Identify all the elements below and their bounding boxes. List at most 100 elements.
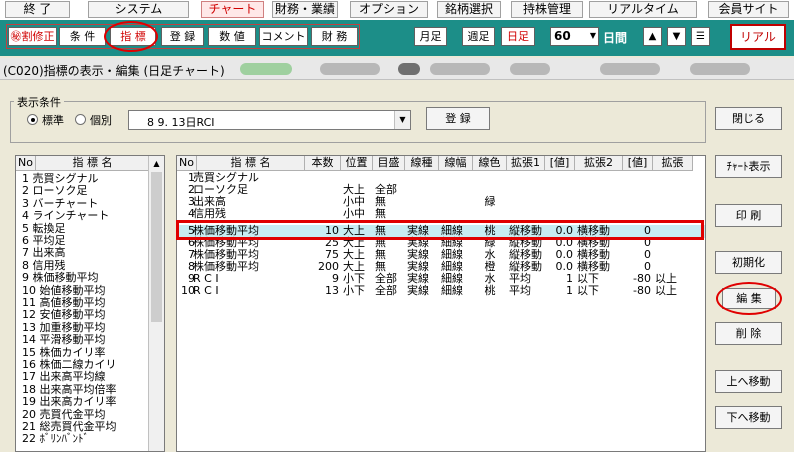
table-row[interactable]: 8 株価移動平均 200 大上無実線 細線橙縦移動 0.0 横移動 0 <box>177 259 705 273</box>
table-cell-line-color: 水 <box>484 247 496 261</box>
initialize-button[interactable]: 初期化 <box>715 251 782 274</box>
menu-item[interactable]: 終 了 <box>5 1 70 18</box>
toolbar-button[interactable]: 日足 <box>501 27 535 46</box>
indicator-table[interactable]: No 指 標 名本数 位置 目盛 線種 線幅 線色 拡張1 [値] 拡張2 [値] 拡張 1 売買シグナル… <box>176 155 706 452</box>
period-select[interactable]: 60 ▼ <box>550 27 599 46</box>
list-item[interactable]: 9 株価移動平均 <box>22 272 99 284</box>
table-cell-line-width: 細線 <box>441 283 463 297</box>
list-item[interactable]: 8 信用残 <box>22 259 66 272</box>
scrollbar-thumb[interactable] <box>151 172 162 322</box>
vertical-scrollbar[interactable]: ▲ <box>148 156 164 451</box>
table-cell-count: 200 <box>318 259 339 273</box>
toolbar-button[interactable]: 条 件 <box>59 27 106 46</box>
indicator-combo[interactable]: 8 9. 13日RCI ▼ <box>128 110 411 130</box>
table-cell-position: 大上 <box>343 259 365 273</box>
column-header-val2[interactable]: [値] <box>623 156 653 171</box>
table-cell-ext1: 縦移動 <box>509 259 542 273</box>
chevron-down-icon[interactable]: ▼ <box>394 111 410 129</box>
annotation-circle-indicator <box>104 21 158 52</box>
toolbar-button[interactable]: 週足 <box>462 27 495 46</box>
list-item[interactable]: 18 出来高平均倍率 <box>22 383 117 396</box>
column-header-ext3[interactable]: 拡張 <box>653 156 693 171</box>
table-row[interactable]: 9R C I 9 小下 全部 実線 細線水平均 1 以下 -80 以上 <box>177 271 705 285</box>
column-header-ext2[interactable]: 拡張2 <box>575 156 623 171</box>
table-cell-name: 株価移動平均 <box>193 259 259 273</box>
list-item[interactable]: 1 売買シグナル <box>22 173 99 185</box>
table-row[interactable]: 1 売買シグナル <box>177 172 705 184</box>
list-item[interactable]: 19 出来高カイリ率 <box>22 396 117 408</box>
column-header-line-width[interactable]: 線幅 <box>439 156 473 171</box>
list-item[interactable]: 10 始値移動平均 <box>22 284 106 297</box>
table-row[interactable]: 3 出来高 小中無緑 <box>177 196 705 208</box>
menu-item[interactable]: チャート <box>201 1 264 18</box>
table-cell-val1: 1 <box>566 283 573 297</box>
menu-item[interactable]: 持株管理 <box>511 1 583 18</box>
close-button[interactable]: 閉じる <box>715 107 782 130</box>
window-titlebar: (C020)指標の表示・編集 (日足チャート) <box>0 58 794 80</box>
toolbar-button[interactable]: 登 録 <box>161 27 204 46</box>
toolbar-button[interactable]: コメント <box>259 27 308 46</box>
move-down-button[interactable]: 下へ移動 <box>715 406 782 429</box>
radio-standard[interactable] <box>27 114 38 125</box>
menu-item[interactable]: 銘柄選択 <box>437 1 501 18</box>
column-header-val1[interactable]: [値] <box>545 156 575 171</box>
menu-item[interactable]: 会員サイト <box>708 1 789 18</box>
indicator-catalog-list[interactable]: No 指 標 名 ▲ 1 売買シグナル 2 ローソク足 3 バーチャート 4 ラインチ… <box>15 155 165 452</box>
move-up-button[interactable]: 上へ移動 <box>715 370 782 393</box>
menu-item[interactable]: リアルタイム <box>589 1 697 18</box>
radio-individual[interactable] <box>75 114 86 125</box>
column-header-line-color[interactable]: 線色 <box>473 156 507 171</box>
list-item[interactable]: 4 ラインチャート <box>22 210 109 222</box>
toolbar-button[interactable]: 財 務 <box>311 27 358 46</box>
register-button[interactable]: 登 録 <box>426 107 490 130</box>
list-item[interactable]: 12 安値移動平均 <box>22 309 106 321</box>
menu-item[interactable]: システム <box>88 1 189 18</box>
display-conditions-legend: 表示条件 <box>14 94 64 110</box>
menu-item[interactable]: 財務・業績 <box>272 1 338 18</box>
menu-item[interactable]: オプション <box>350 1 428 18</box>
column-header-position[interactable]: 位置 <box>341 156 373 171</box>
table-cell-line-type: 実線 <box>407 271 429 285</box>
column-header-no[interactable]: No <box>177 156 197 171</box>
column-header-count[interactable]: 本数 <box>305 156 341 171</box>
table-row[interactable]: 2 ローソク足 大上 全部 <box>177 184 705 196</box>
column-header-scale[interactable]: 目盛 <box>373 156 405 171</box>
list-item[interactable]: 7 出来高 <box>22 247 66 259</box>
list-item[interactable]: 20 売買代金平均 <box>22 408 106 421</box>
table-cell-ext1: 縦移動 <box>509 247 542 261</box>
list-item[interactable]: 14 平滑移動平均 <box>22 334 106 346</box>
scroll-up-icon[interactable]: ▲ <box>149 156 164 171</box>
table-cell-ext2: 以下 <box>577 283 599 297</box>
delete-button[interactable]: 削 除 <box>715 322 782 345</box>
column-header-no[interactable]: No <box>16 156 36 171</box>
arrow-down-icon[interactable]: ▼ <box>667 27 686 46</box>
toolbar-button[interactable]: 数 値 <box>208 27 256 46</box>
list-item[interactable]: 2 ローソク足 <box>22 185 88 197</box>
chart-display-button[interactable]: ﾁｬｰﾄ表示 <box>715 155 782 178</box>
table-cell-line-color: 桃 <box>484 283 496 297</box>
list-item[interactable]: 21 総売買代金平均 <box>22 421 117 433</box>
column-header-line-type[interactable]: 線種 <box>405 156 439 171</box>
column-header-name[interactable]: 指 標 名 <box>197 156 305 171</box>
table-cell-ext1: 平均 <box>509 283 531 297</box>
table-cell-line-color: 緑 <box>484 195 496 209</box>
table-cell-line-type: 実線 <box>407 283 429 297</box>
table-row[interactable]: 10 R C I 13 小下 全部 実線 細線桃平均 1 以下 -80 以上 <box>177 283 705 297</box>
realtime-button[interactable]: リアル <box>730 24 786 50</box>
print-button[interactable]: 印 刷 <box>715 204 782 227</box>
column-header-name[interactable]: 指 標 名 <box>36 156 150 171</box>
table-cell-name: R C I <box>193 283 219 297</box>
table-row[interactable]: 7 株価移動平均 75 大上無実線 細線水縦移動 0.0 横移動 0 <box>177 247 705 261</box>
list-item[interactable]: 5 転換足 <box>22 222 66 235</box>
table-row[interactable]: 4 信用残 小中無 <box>177 208 705 220</box>
menu-icon[interactable]: ☰ <box>691 27 710 46</box>
list-item[interactable]: 22 ﾎﾞﾘﾝﾊﾞﾝﾄﾞ <box>22 433 89 445</box>
toolbar-button[interactable]: 月足 <box>414 27 447 46</box>
column-header-ext1[interactable]: 拡張1 <box>507 156 545 171</box>
toolbar-button[interactable]: ㊙割修正 <box>8 27 57 46</box>
arrow-up-icon[interactable]: ▲ <box>643 27 662 46</box>
list-item[interactable]: 13 加重移動平均 <box>22 321 106 334</box>
list-item[interactable]: 15 株価カイリ率 <box>22 346 106 359</box>
list-item[interactable]: 17 出来高平均線 <box>22 371 106 383</box>
list-item[interactable]: 3 バーチャート <box>22 197 98 210</box>
